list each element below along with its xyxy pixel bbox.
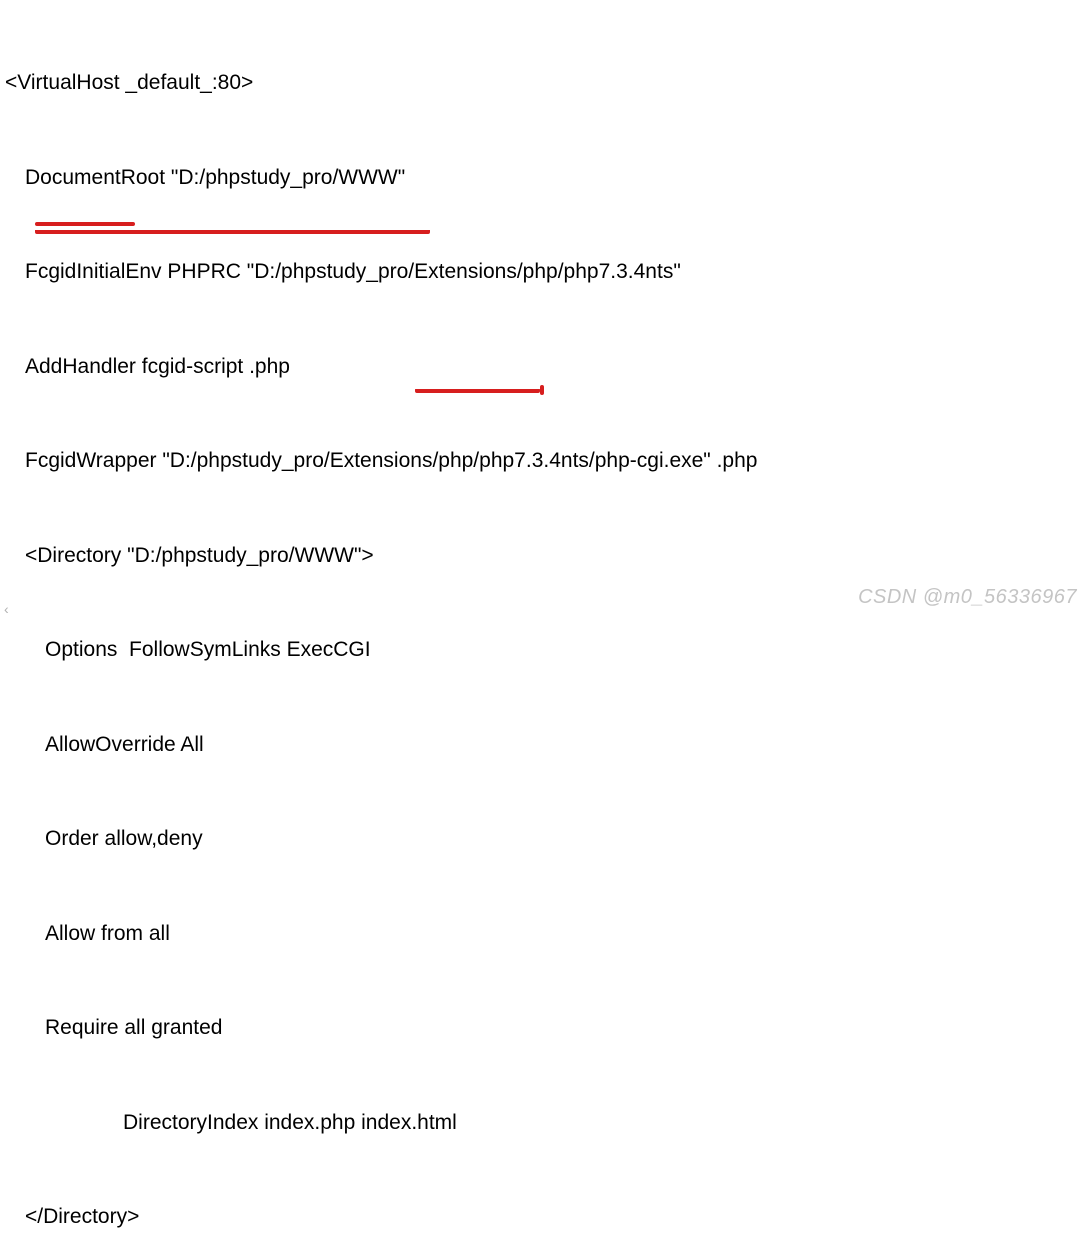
config-line: AllowOverride All <box>5 729 1084 761</box>
config-line: FcgidInitialEnv PHPRC "D:/phpstudy_pro/E… <box>5 256 1084 288</box>
csdn-watermark: CSDN @m0_56336967 <box>858 586 1077 609</box>
config-line: <VirtualHost _default_:80> <box>5 67 1084 99</box>
config-line-options: Options FollowSymLinks ExecCGI <box>5 634 1084 666</box>
config-line: Require all granted <box>5 1012 1084 1044</box>
config-line-directoryindex: DirectoryIndex index.php index.html <box>5 1107 1084 1139</box>
config-line-directory-close: </Directory> <box>5 1201 1084 1233</box>
config-code-block: <VirtualHost _default_:80> DocumentRoot … <box>0 0 1089 1238</box>
config-line: Order allow,deny <box>5 823 1084 855</box>
scroll-left-icon: ‹ <box>4 601 9 617</box>
config-line-directory-open: <Directory "D:/phpstudy_pro/WWW"> <box>5 540 1084 572</box>
red-underline-annotation <box>415 388 540 393</box>
config-line: FcgidWrapper "D:/phpstudy_pro/Extensions… <box>5 445 1084 477</box>
config-line: DocumentRoot "D:/phpstudy_pro/WWW" <box>5 162 1084 194</box>
config-line: AddHandler fcgid-script .php <box>5 351 1084 383</box>
red-underline-annotation <box>35 228 430 234</box>
config-line: Allow from all <box>5 918 1084 950</box>
